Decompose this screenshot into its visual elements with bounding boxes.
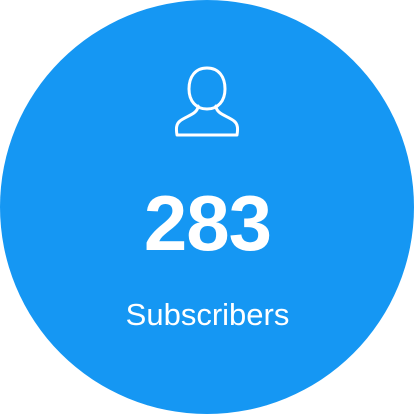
user-icon	[174, 66, 240, 137]
subscriber-stat-circle: 283 Subscribers	[0, 0, 414, 414]
subscriber-count: 283	[143, 179, 272, 267]
subscriber-label: Subscribers	[125, 297, 290, 332]
